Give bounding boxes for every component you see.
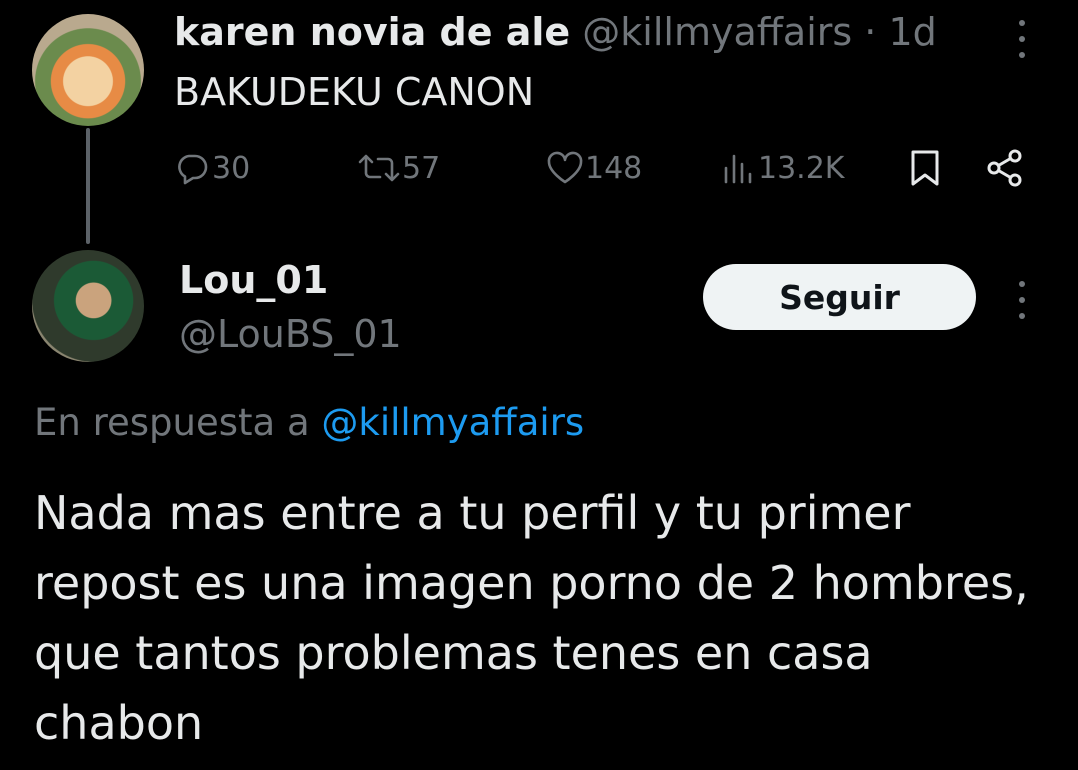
repost-icon <box>358 154 400 182</box>
handle[interactable]: @LouBS_01 <box>179 309 402 359</box>
views-count: 13.2K <box>758 150 845 186</box>
repost-count: 57 <box>402 150 441 186</box>
thread-line <box>86 128 90 244</box>
more-icon[interactable] <box>1017 20 1027 58</box>
reply-icon <box>178 154 208 185</box>
separator: · <box>864 10 877 54</box>
avatar[interactable] <box>32 250 144 362</box>
repost-button[interactable]: 57 <box>356 146 440 190</box>
avatar[interactable] <box>32 14 144 126</box>
tweet-header: karen novia de ale @killmyaffairs · 1d <box>174 6 937 58</box>
display-name[interactable]: Lou_01 <box>179 255 328 305</box>
share-icon[interactable] <box>985 148 1025 188</box>
handle[interactable]: @killmyaffairs <box>582 10 852 54</box>
bookmark-icon[interactable] <box>907 148 943 188</box>
like-count: 148 <box>585 150 643 186</box>
like-icon <box>547 151 583 184</box>
follow-button[interactable]: Seguir <box>703 264 976 330</box>
views-icon <box>724 154 752 184</box>
reply-prefix: En respuesta a <box>34 401 310 444</box>
reply-mention-link[interactable]: @killmyaffairs <box>321 401 584 444</box>
reply-count: 30 <box>212 150 251 186</box>
more-icon[interactable] <box>1017 281 1027 319</box>
reply-button[interactable]: 30 <box>174 146 250 190</box>
like-button[interactable]: 148 <box>545 146 642 190</box>
timestamp[interactable]: 1d <box>888 10 936 54</box>
reply-context: En respuesta a @killmyaffairs <box>34 397 584 449</box>
tweet-text: Nada mas entre a tu perfil y tu primer r… <box>34 486 1029 750</box>
views-button[interactable]: 13.2K <box>718 146 844 190</box>
tweet-text: BAKUDEKU CANON <box>174 70 535 114</box>
display-name[interactable]: karen novia de ale <box>174 10 570 54</box>
